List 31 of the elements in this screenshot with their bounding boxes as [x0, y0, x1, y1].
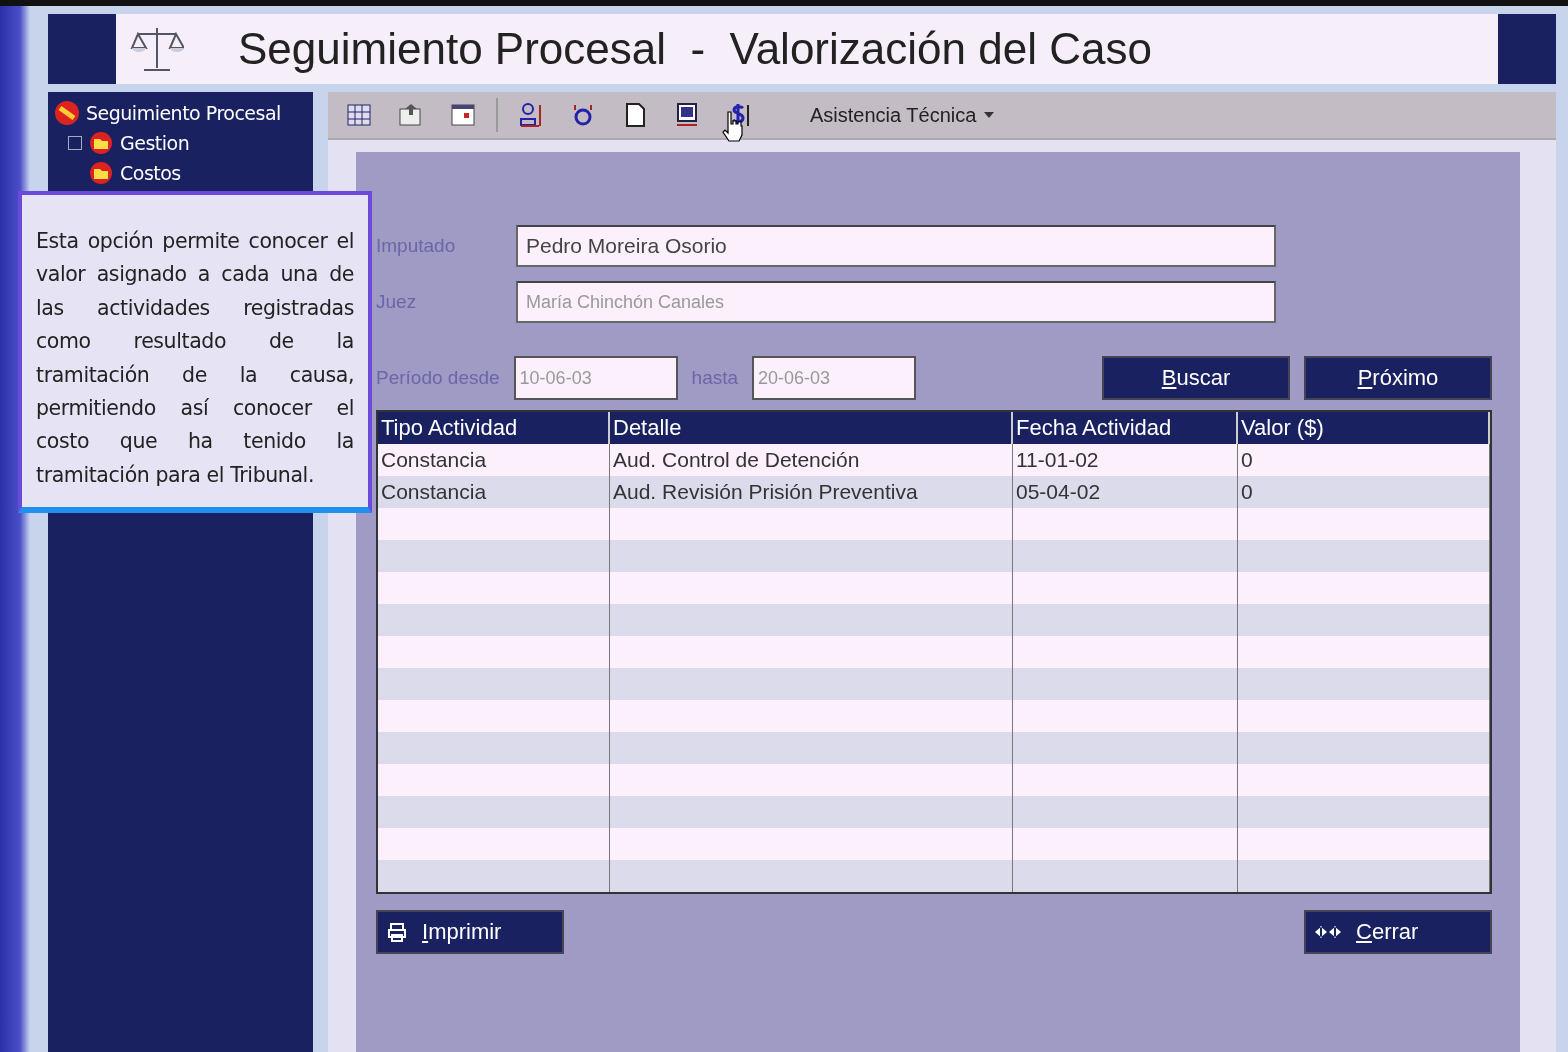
caret-icon — [984, 112, 995, 118]
double-arrow-icon — [1314, 924, 1342, 940]
close-button[interactable]: Cerrar — [1304, 910, 1492, 954]
window-icon — [449, 101, 477, 129]
action-button[interactable]: Próximo — [1304, 356, 1492, 400]
header-block — [1498, 14, 1556, 84]
column-header: Tipo Actividad — [378, 412, 610, 444]
table-cell: 05-04-02 — [1013, 476, 1238, 508]
column-header: Fecha Actividad — [1013, 412, 1238, 444]
action-button[interactable]: Buscar — [1102, 356, 1290, 400]
no-entry-icon — [54, 100, 80, 126]
window-title: Seguimiento Procesal - Valorización del Caso — [238, 24, 1153, 74]
column-header: Valor ($) — [1238, 412, 1490, 444]
print-button[interactable]: Imprimir — [376, 910, 564, 954]
tree-item[interactable]: Gestion — [120, 132, 190, 154]
tree-item[interactable]: Seguimiento Procesal — [86, 102, 281, 124]
printer-icon — [386, 921, 408, 943]
table-cell: Constancia — [378, 476, 610, 508]
folder-icon — [88, 131, 114, 155]
table-cell: Aud. Revisión Prisión Preventiva — [610, 476, 1013, 508]
folder-icon — [88, 161, 114, 185]
column-header: Detalle — [610, 412, 1013, 444]
header-block — [48, 14, 116, 84]
tooltip-text: Esta opción permite conocer el valor asignado a cada una de las actividades registradas como resultado de la tramitación de la causa, permitiendo así conocer el costo que ha tenido la tramitación para el Tribunal. — [36, 228, 354, 489]
tree-item[interactable]: Costos — [120, 162, 181, 184]
grid-icon — [345, 101, 373, 129]
input-field[interactable]: Pedro Moreira Osorio — [516, 225, 1276, 267]
hand-cursor-icon — [721, 110, 745, 142]
table-cell: 0 — [1238, 476, 1490, 508]
expander-box[interactable] — [68, 136, 82, 150]
menu-dropdown[interactable]: Asistencia Técnica — [806, 99, 999, 131]
